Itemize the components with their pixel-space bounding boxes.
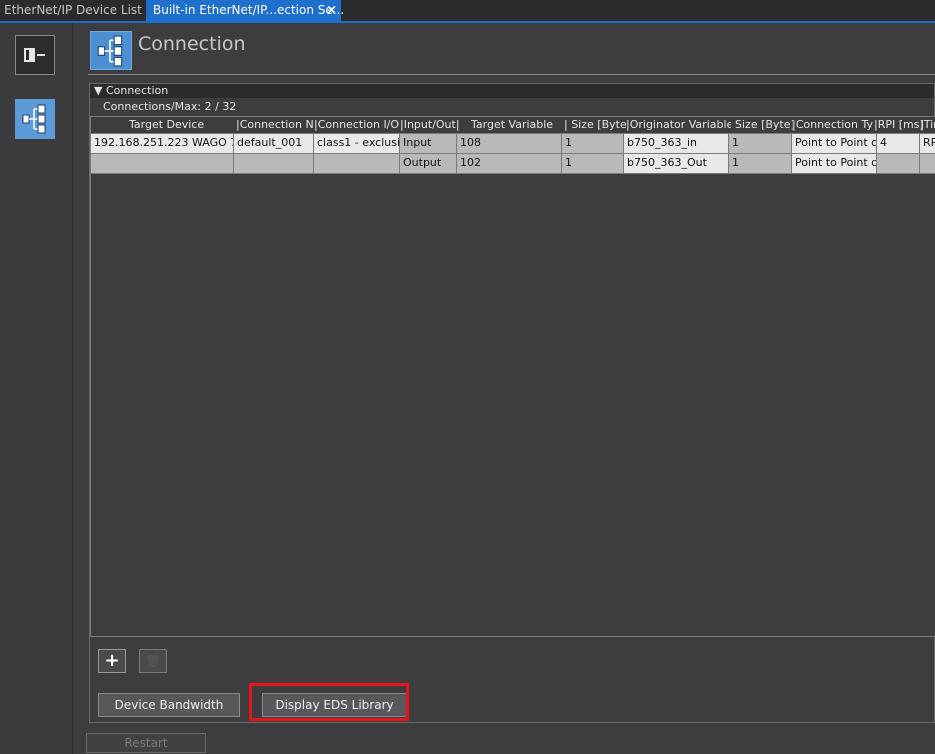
cell-originator-size: 1 <box>729 134 792 154</box>
cell-input-output: Output <box>400 154 457 174</box>
left-sidebar <box>0 23 73 754</box>
cell-rpi[interactable]: 4 <box>877 134 920 154</box>
cell-target-variable[interactable]: 102 <box>457 154 562 174</box>
cell-originator-variable[interactable]: b750_363_Out <box>624 154 729 174</box>
device-icon <box>24 48 45 62</box>
tab-builtin-label: Built-in EtherNet/IP...ection Se... <box>153 3 345 17</box>
restart-button[interactable]: Restart <box>86 733 206 753</box>
connection-table: Target Device |Connection Na |Connection… <box>90 116 935 637</box>
col-target-variable[interactable]: Target Variable <box>471 117 563 133</box>
col-connection-name[interactable]: |Connection Na <box>236 117 314 133</box>
nav-connection-button[interactable] <box>15 99 55 139</box>
cell-target-variable[interactable]: 108 <box>457 134 562 154</box>
tab-device-list[interactable]: EtherNet/IP Device List <box>0 0 146 21</box>
cell-connection-name[interactable]: default_001 <box>234 134 314 154</box>
connection-tree-icon <box>22 104 46 134</box>
cell-originator-variable[interactable]: b750_363_in <box>624 134 729 154</box>
section-collapse-header[interactable]: ▼ Connection <box>90 84 934 98</box>
col-connection-type[interactable]: |Connection Ty <box>792 117 874 133</box>
plus-icon: + <box>104 650 120 671</box>
cell-size-byte: 1 <box>562 154 624 174</box>
cell-connection-type[interactable]: Point to Point c <box>792 154 877 174</box>
col-size-byte[interactable]: | Size [Byte] <box>564 117 626 133</box>
cell-timeout[interactable]: RPI <box>920 134 935 154</box>
cell-connection-type[interactable]: Point to Point c <box>792 134 877 154</box>
cell-target-device <box>91 154 234 174</box>
cell-connection-io <box>314 154 400 174</box>
add-connection-button[interactable]: + <box>98 649 126 673</box>
header-divider <box>88 74 935 75</box>
nav-device-button[interactable] <box>15 35 55 75</box>
table-row[interactable]: Output 102 1 b750_363_Out 1 Point to Poi… <box>91 154 935 174</box>
cell-connection-io[interactable]: class1 - exclusive <box>314 134 400 154</box>
col-connection-io[interactable]: |Connection I/O <box>314 117 400 133</box>
connections-count: Connections/Max: 2 / 32 <box>103 100 237 113</box>
delete-connection-button[interactable]: 🗑 <box>139 649 167 673</box>
highlight-box <box>249 683 409 721</box>
col-rpi[interactable]: |RPI [ms] <box>874 117 924 133</box>
cell-input-output: Input <box>400 134 457 154</box>
tab-builtin-connection[interactable]: Built-in EtherNet/IP...ection Se... × <box>146 0 345 21</box>
device-bandwidth-button[interactable]: Device Bandwidth <box>98 693 240 717</box>
table-header: Target Device |Connection Na |Connection… <box>91 117 935 134</box>
cell-originator-size: 1 <box>729 154 792 174</box>
trash-icon: 🗑 <box>145 654 161 668</box>
close-icon[interactable]: × <box>326 0 337 21</box>
cell-target-device[interactable]: 192.168.251.223 WAGO 750 <box>91 134 234 154</box>
connection-header-icon <box>90 31 132 70</box>
cell-size-byte: 1 <box>562 134 624 154</box>
table-row[interactable]: 192.168.251.223 WAGO 750 default_001 cla… <box>91 134 935 154</box>
cell-timeout <box>920 154 935 174</box>
col-originator-variable[interactable]: |Originator Variable| <box>626 117 731 133</box>
col-originator-size[interactable]: Size [Byte] <box>735 117 793 133</box>
col-input-output[interactable]: |Input/Out| <box>400 117 461 133</box>
cell-connection-name <box>234 154 314 174</box>
connection-section: ▼ Connection Connections/Max: 2 / 32 Tar… <box>89 83 935 723</box>
page-title: Connection <box>138 33 246 55</box>
col-timeout[interactable]: |Tir <box>920 117 935 133</box>
cell-rpi <box>877 154 920 174</box>
tab-bar: EtherNet/IP Device List Built-in EtherNe… <box>0 0 935 23</box>
